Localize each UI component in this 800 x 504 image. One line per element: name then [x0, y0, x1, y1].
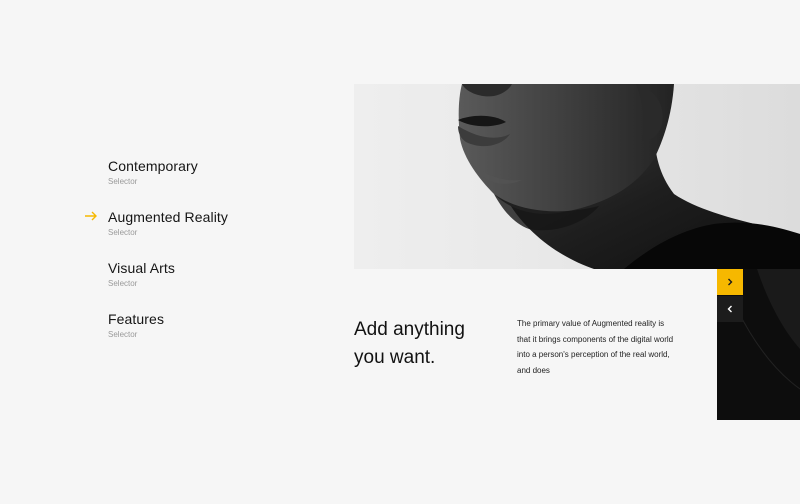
- category-nav: Contemporary Selector Augmented Reality …: [84, 156, 304, 360]
- nav-item-title: Augmented Reality: [108, 209, 228, 225]
- nav-item-subtitle: Selector: [108, 177, 138, 186]
- arrow-right-icon: [85, 211, 97, 221]
- nav-item-subtitle: Selector: [108, 228, 138, 237]
- nav-item-subtitle: Selector: [108, 330, 138, 339]
- nav-item-features[interactable]: Features Selector: [84, 309, 304, 360]
- next-slide-button[interactable]: [717, 269, 743, 295]
- chevron-left-icon: [727, 305, 732, 313]
- nav-item-contemporary[interactable]: Contemporary Selector: [84, 156, 304, 207]
- nav-item-title: Features: [108, 311, 165, 327]
- headline-line-1: Add anything: [354, 319, 465, 340]
- section-body-text: The primary value of Augmented reality i…: [517, 319, 674, 375]
- nav-item-title: Visual Arts: [108, 260, 175, 276]
- headline-line-2: you want.: [354, 347, 436, 368]
- nav-item-subtitle: Selector: [108, 279, 138, 288]
- hero-photo: [354, 84, 800, 269]
- nav-item-title: Contemporary: [108, 158, 198, 174]
- nav-item-visual-arts[interactable]: Visual Arts Selector: [84, 258, 304, 309]
- page: Contemporary Selector Augmented Reality …: [0, 0, 800, 504]
- portrait-illustration: [458, 84, 800, 269]
- section-headline: Add anything you want.: [354, 316, 504, 372]
- nav-item-augmented-reality[interactable]: Augmented Reality Selector: [84, 207, 304, 258]
- previous-slide-button[interactable]: [717, 296, 743, 322]
- chevron-right-icon: [728, 278, 733, 286]
